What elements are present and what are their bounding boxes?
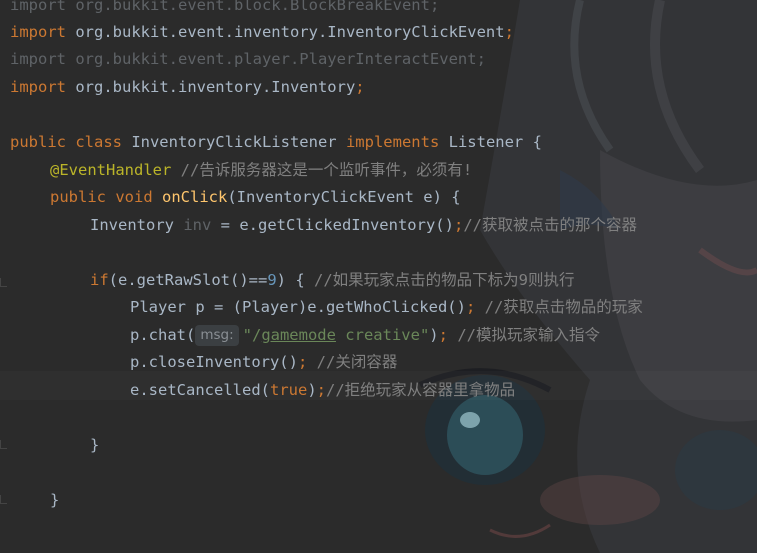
code-line-3: import org.bukkit.event.player.PlayerInt… xyxy=(10,50,486,68)
code-line-if: if(e.getRawSlot()==9) { //如果玩家点击的物品下标为9则… xyxy=(90,271,575,289)
code-line-1: import org.bukkit.event.block.BlockBreak… xyxy=(10,0,440,14)
code-line-class-decl: public class InventoryClickListener impl… xyxy=(10,133,542,151)
code-line-method-decl: public void onClick(InventoryClickEvent … xyxy=(50,188,461,206)
code-line-inventory: Inventory inv = e.getClickedInventory();… xyxy=(90,216,637,234)
code-line-4: import org.bukkit.inventory.Inventory; xyxy=(10,78,365,96)
code-line-cancel: e.setCancelled(true);//拒绝玩家从容器里拿物品 xyxy=(130,381,516,399)
fold-marker-icon[interactable] xyxy=(0,495,7,504)
code-line-close-if: } xyxy=(90,436,100,454)
code-line-close-method: } xyxy=(50,491,60,509)
code-editor[interactable]: import org.bukkit.event.block.BlockBreak… xyxy=(0,0,757,553)
fold-marker-icon[interactable] xyxy=(0,440,7,449)
code-line-chat: p.chat(msg: "/gamemode creative"); //模拟玩家… xyxy=(130,325,600,346)
code-line-2: import org.bukkit.event.inventory.Invent… xyxy=(10,23,514,41)
code-line-player: Player p = (Player)e.getWhoClicked(); //… xyxy=(130,298,643,316)
parameter-hint: msg: xyxy=(195,325,239,346)
code-line-annotation: @EventHandler //告诉服务器这是一个监听事件，必须有! xyxy=(50,161,473,179)
code-line-close: p.closeInventory(); //关闭容器 xyxy=(130,353,398,371)
fold-marker-icon[interactable] xyxy=(0,278,7,287)
